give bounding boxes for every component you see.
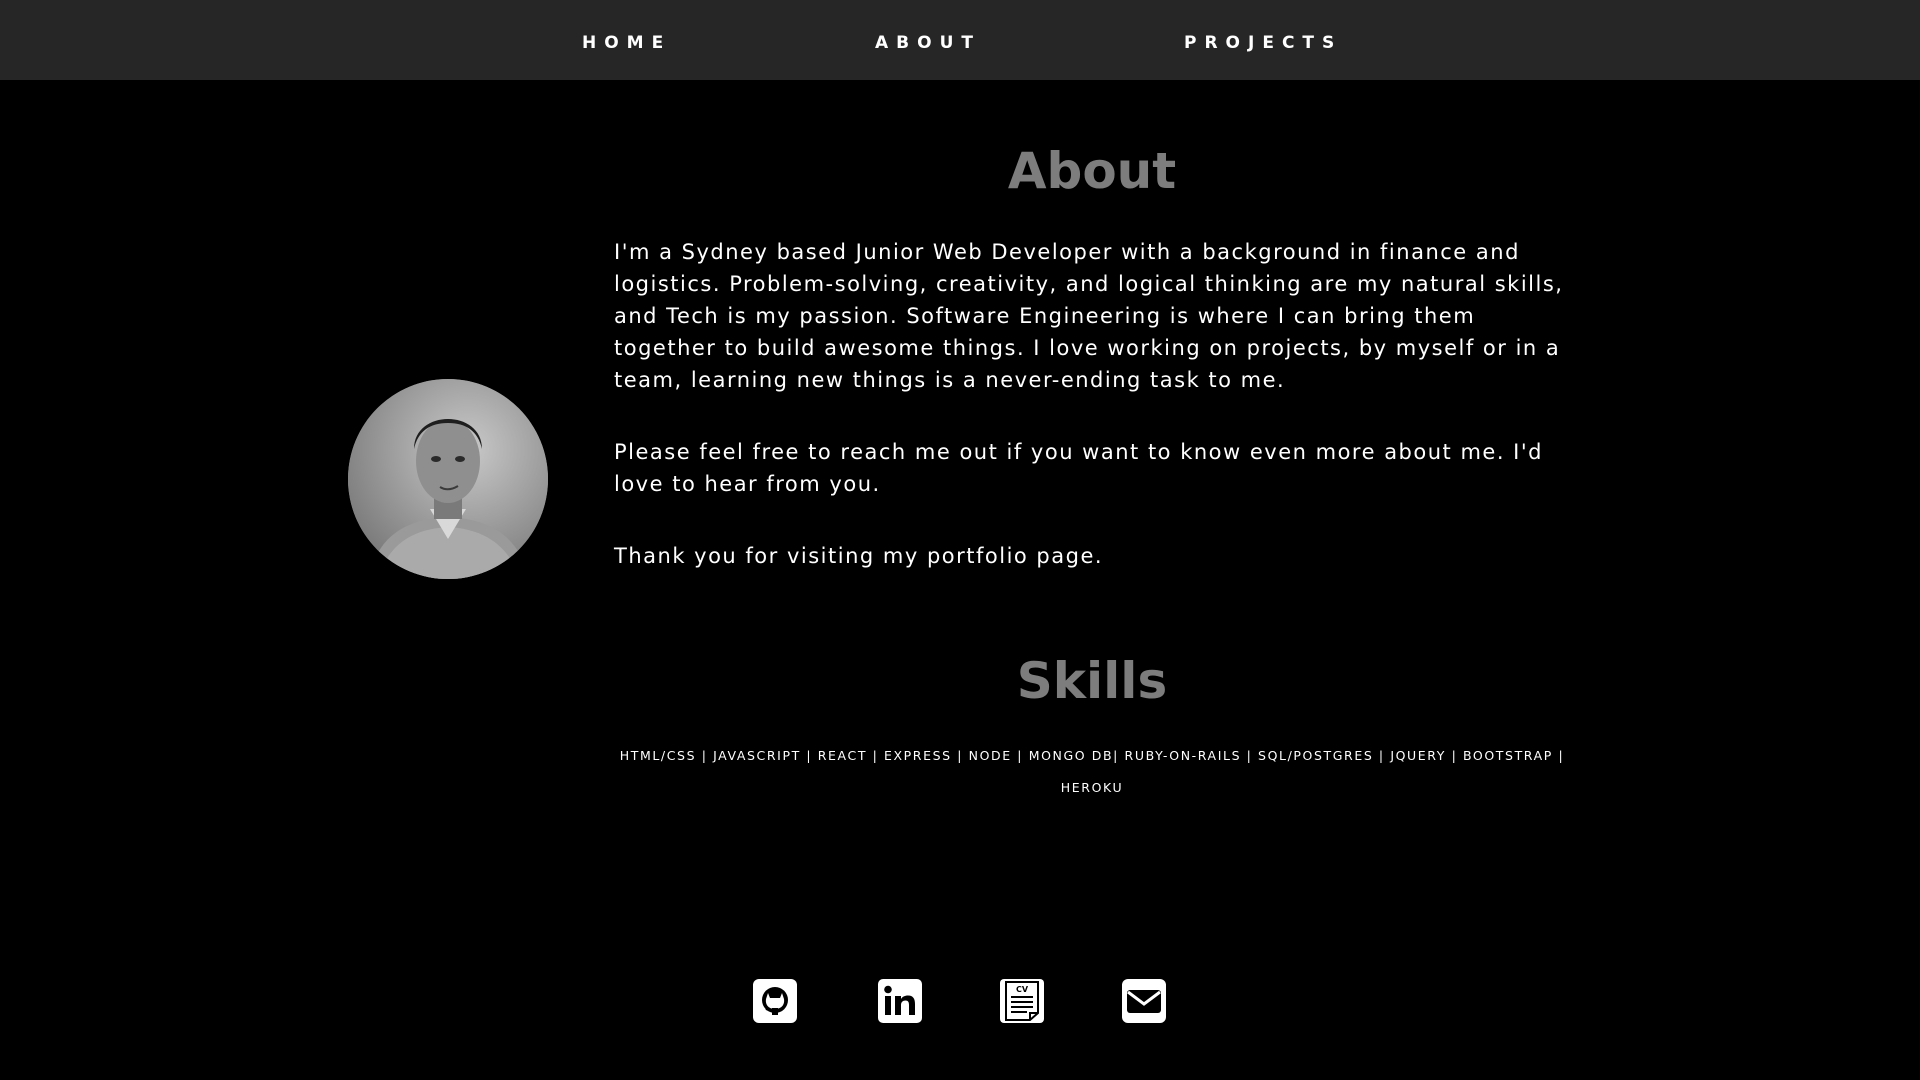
cv-label: CV <box>1016 985 1029 994</box>
linkedin-icon <box>878 979 922 1023</box>
skills-list: HTML/CSS | JAVASCRIPT | REACT | EXPRESS … <box>619 748 1565 795</box>
about-body: I'm a Sydney based Junior Web Developer … <box>614 236 1584 612</box>
profile-photo <box>348 379 548 579</box>
github-link[interactable] <box>753 979 797 1023</box>
nav-about-link[interactable]: ABOUT <box>875 0 981 80</box>
nav-projects-link[interactable]: PROJECTS <box>1184 0 1342 80</box>
about-paragraph: Please feel free to reach me out if you … <box>614 440 1543 496</box>
github-icon <box>753 979 797 1023</box>
about-title: About <box>1007 142 1177 200</box>
envelope-icon <box>1122 979 1166 1023</box>
about-paragraph: I'm a Sydney based Junior Web Developer … <box>614 240 1564 392</box>
skills-title: Skills <box>1016 652 1168 710</box>
nav-home-link[interactable]: HOME <box>582 0 671 80</box>
cv-link[interactable]: CV <box>1000 979 1044 1023</box>
top-navbar: HOME ABOUT PROJECTS <box>0 0 1920 80</box>
linkedin-link[interactable] <box>878 979 922 1023</box>
email-link[interactable] <box>1122 979 1166 1023</box>
about-paragraph: Thank you for visiting my portfolio page… <box>614 544 1104 568</box>
cv-document-icon: CV <box>1000 979 1044 1023</box>
